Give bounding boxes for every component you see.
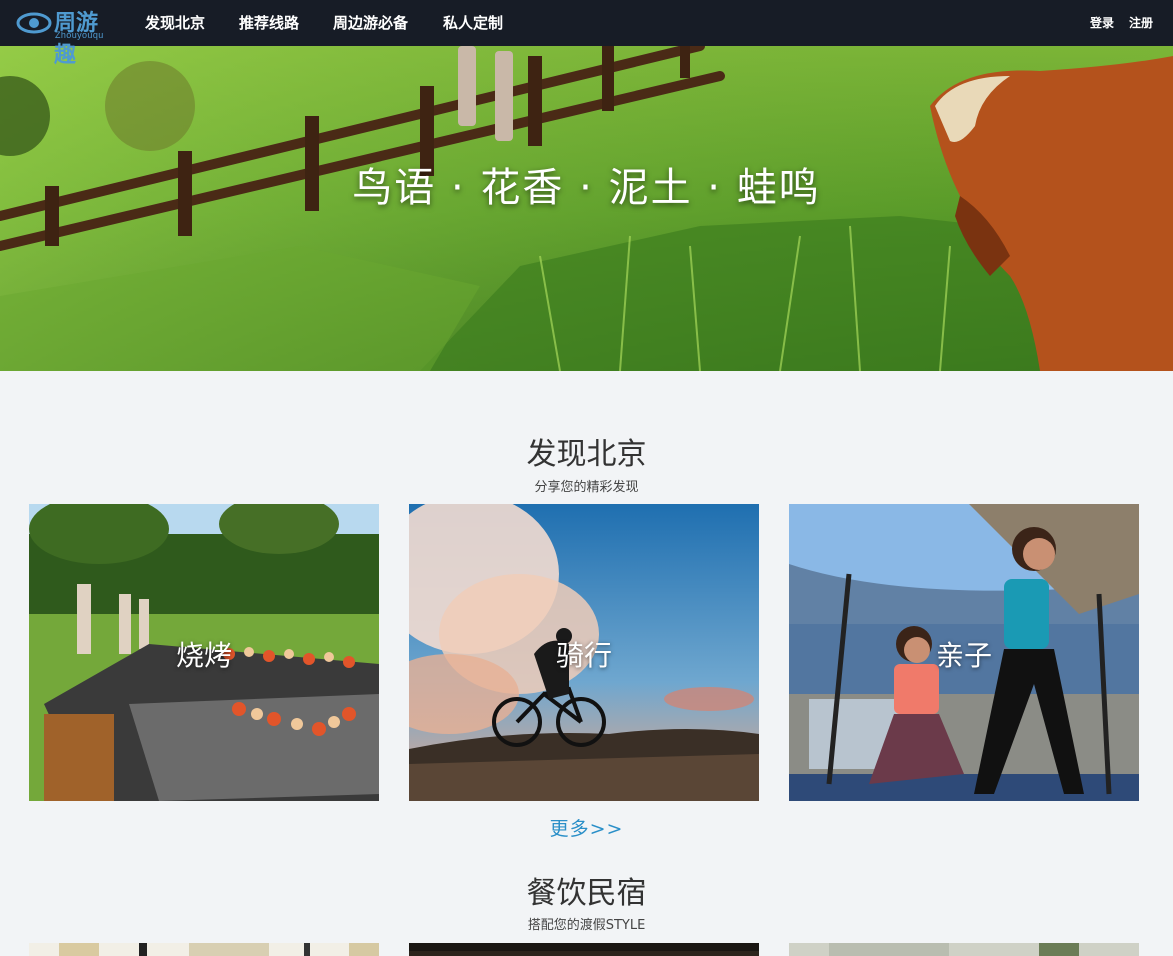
nav-link-discover-beijing[interactable]: 发现北京 [145,12,205,33]
section-subtitle-discover: 分享您的精彩发现 [534,480,639,495]
card-label-cycling: 骑行 [555,639,612,672]
nav-link-recommended-routes[interactable]: 推荐线路 [239,12,299,33]
card-family[interactable]: 亲子 [789,504,1139,801]
top-navbar: 周游趣 Zhouyouqu 发现北京 推荐线路 周边游必备 私人定制 登录 注册 [0,0,1173,68]
site-logo[interactable]: 周游趣 Zhouyouqu [16,4,116,68]
register-link[interactable]: 注册 [1129,14,1153,31]
dining-photo-3 [789,943,1139,956]
nav-link-private-custom[interactable]: 私人定制 [443,12,503,33]
section-title-dining: 餐饮民宿 [526,876,647,911]
section-subtitle-dining: 搭配您的渡假STYLE [527,918,646,933]
nav-link-nearby-essentials[interactable]: 周边游必备 [333,12,408,33]
dining-photo-2 [409,943,759,956]
logo-pinyin-text: Zhouyouqu [55,30,104,40]
dining-card-1[interactable] [29,942,379,956]
login-link[interactable]: 登录 [1090,14,1114,31]
dining-card-2[interactable] [409,942,759,956]
hero-caption: 鸟语 · 花香 · 泥土 · 蛙鸣 [352,165,821,211]
dining-card-3[interactable] [789,942,1139,956]
card-cycling[interactable]: 骑行 [409,504,759,801]
more-link[interactable]: 更多>> [0,814,1173,841]
card-label-family: 亲子 [935,639,992,672]
dining-photo-1 [29,943,379,956]
card-bbq[interactable]: 烧烤 [29,504,379,801]
hero-banner: 鸟语 · 花香 · 泥土 · 蛙鸣 [0,46,1173,371]
eye-logo-icon [16,12,52,34]
section-title-discover: 发现北京 [526,437,647,472]
card-label-bbq: 烧烤 [175,639,232,672]
